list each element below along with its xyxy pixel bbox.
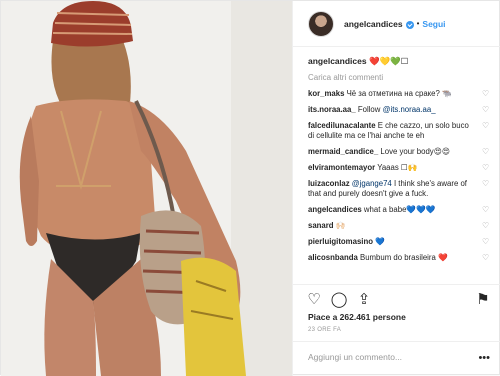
comment-heart-icon[interactable]: ♡ [482,106,490,114]
comment-heart-icon[interactable]: ♡ [482,222,490,230]
comment-icon[interactable]: ◯ [330,291,348,309]
photo-illustration [1,1,292,376]
comment-heart-icon[interactable]: ♡ [482,148,490,156]
comment-username[interactable]: pierluigitomasino [308,237,373,246]
post-timestamp[interactable]: 23 ORE FA [308,327,341,333]
comment-text: Bumbum do brasileira ❤️ [360,253,448,262]
comment-text: Follow [357,105,383,114]
bookmark-icon[interactable]: ⚑ [474,291,492,309]
list-item: pierluigitomasino 💙 ♡ [308,237,490,247]
comment-username[interactable]: kor_maks [308,89,344,98]
comment-username[interactable]: alicosnbanda [308,253,358,262]
post-header: angelcandices • Segui [293,1,500,47]
add-comment-bar: ••• [293,341,500,376]
comment-heart-icon[interactable]: ♡ [482,122,490,130]
comment-heart-icon[interactable]: ♡ [482,206,490,214]
author-username[interactable]: angelcandices [344,19,403,29]
post-photo[interactable] [1,1,292,376]
list-item: angelcandices what a babe💙💙💙 ♡ [308,205,490,215]
avatar[interactable] [308,10,334,37]
list-item: luizaconlaz @jgange74 I think she's awar… [308,179,490,199]
comment-username[interactable]: falcedilunacalante [308,121,376,130]
comment-username[interactable]: elviramontemayor [308,163,375,172]
list-item: alicosnbanda Bumbum do brasileira ❤️ ♡ [308,253,490,263]
list-item: elviramontemayor Yaaas ☐🙌 ♡ [308,163,490,173]
comment-text: Love your body😍😍 [380,147,450,156]
comment-heart-icon[interactable]: ♡ [482,254,490,262]
comment-username[interactable]: angelcandices [308,205,362,214]
comment-heart-icon[interactable]: ♡ [482,238,490,246]
comments-list: angelcandices ❤️💛💚☐ Carica altri comment… [293,48,500,284]
list-item: kor_maks Чё за отметина на сраке? 🐃 ♡ [308,89,490,99]
comment-text: 🙌🏻 [335,221,346,230]
comment-text: Yaaas ☐🙌 [377,163,418,172]
comment-username[interactable]: sanard [308,221,334,230]
comment-username[interactable]: its.noraa.aa_ [308,105,356,114]
list-item: mermaid_candice_ Love your body😍😍 ♡ [308,147,490,157]
share-icon[interactable]: ⇪ [355,291,373,309]
comment-heart-icon[interactable]: ♡ [482,180,490,188]
comment-heart-icon[interactable]: ♡ [482,90,490,98]
comment-heart-icon[interactable]: ♡ [482,164,490,172]
list-item: its.noraa.aa_ Follow @its.noraa.aa_ ♡ [308,105,490,115]
comment-text: Чё за отметина на сраке? 🐃 [346,89,452,98]
comment-username[interactable]: luizaconlaz [308,179,350,188]
comment-mention[interactable]: @its.noraa.aa_ [383,105,436,114]
post-caption: angelcandices ❤️💛💚☐ [308,56,488,67]
add-comment-input[interactable] [308,352,468,362]
instagram-post: angelcandices • Segui angelcandices ❤️💛💚… [0,0,500,376]
list-item: falcedilunacalante E che cazzo, un solo … [308,121,490,141]
list-item: sanard 🙌🏻 ♡ [308,221,490,231]
likes-count[interactable]: Piace a 262.461 persone [308,312,406,322]
follow-button[interactable]: Segui [422,19,445,29]
caption-username[interactable]: angelcandices [308,56,367,66]
comment-text: 💙 [375,237,385,246]
comment-username[interactable]: mermaid_candice_ [308,147,378,156]
load-more-comments-button[interactable]: Carica altri commenti [308,73,488,82]
heart-icon[interactable]: ♡ [305,291,323,309]
more-options-icon[interactable]: ••• [478,352,490,364]
comment-mention[interactable]: @jgange74 [352,179,392,188]
verified-badge-icon [405,20,414,29]
separator-dot: • [416,19,420,28]
post-sidebar: angelcandices • Segui angelcandices ❤️💛💚… [292,1,500,376]
comment-text: what a babe💙💙💙 [363,205,436,214]
caption-text: ❤️💛💚☐ [368,56,409,66]
